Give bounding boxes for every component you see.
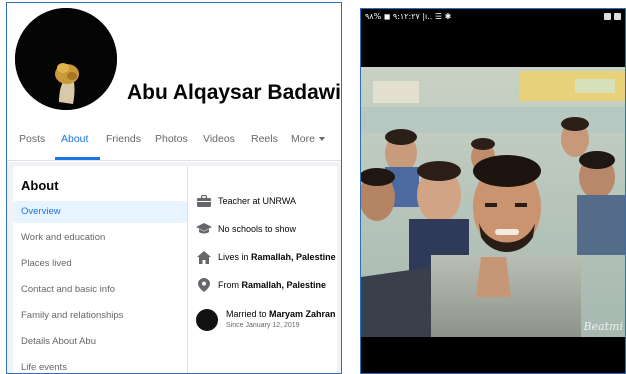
chevron-down-icon bbox=[318, 137, 325, 142]
status-icons bbox=[604, 13, 621, 20]
married-prefix: Married to bbox=[226, 309, 270, 319]
group-selfie-photo[interactable]: Beatmi bbox=[361, 67, 625, 337]
profile-panel: Abu Alqaysar Badawi Posts About Friends … bbox=[6, 2, 342, 374]
nav-life-events[interactable]: Life events bbox=[13, 357, 187, 373]
profile-name: Abu Alqaysar Badawi bbox=[127, 81, 341, 104]
nav-work-education[interactable]: Work and education bbox=[13, 227, 187, 249]
about-nav: About Overview Work and education Places… bbox=[13, 166, 187, 373]
profile-avatar[interactable] bbox=[12, 5, 120, 113]
status-text: ٩:١٢:٢٧ ◼ %٩٨ |ı.. ☰ ✱ bbox=[365, 12, 452, 21]
profile-tabs: Posts About Friends Photos Videos Reels … bbox=[7, 121, 341, 161]
from-prefix: From bbox=[218, 280, 242, 290]
overview-content: Teacher at UNRWA No schools to show Live… bbox=[187, 166, 337, 373]
about-heading: About bbox=[21, 178, 59, 193]
education-text: No schools to show bbox=[218, 224, 297, 234]
location-pin-icon bbox=[196, 278, 212, 292]
status-bar: ٩:١٢:٢٧ ◼ %٩٨ |ı.. ☰ ✱ bbox=[361, 9, 625, 25]
photo-watermark: Beatmi bbox=[583, 320, 623, 333]
nav-places-lived[interactable]: Places lived bbox=[13, 253, 187, 275]
nav-contact-info[interactable]: Contact and basic info bbox=[13, 279, 187, 301]
app-icon bbox=[614, 13, 621, 20]
about-section: About Overview Work and education Places… bbox=[7, 162, 341, 373]
tab-more-label: More bbox=[291, 133, 315, 145]
spouse-avatar[interactable] bbox=[196, 309, 218, 331]
tab-videos[interactable]: Videos bbox=[203, 133, 235, 145]
active-tab-indicator bbox=[55, 157, 100, 160]
tab-photos[interactable]: Photos bbox=[155, 133, 188, 145]
tab-about[interactable]: About bbox=[61, 133, 88, 145]
from-place-link[interactable]: Ramallah, Palestine bbox=[242, 280, 327, 290]
briefcase-icon bbox=[196, 194, 212, 208]
married-since: Since January 12, 2019 bbox=[226, 322, 300, 329]
nav-overview[interactable]: Overview bbox=[13, 201, 187, 223]
nav-details-about[interactable]: Details About Abu bbox=[13, 331, 187, 353]
spouse-name-link[interactable]: Maryam Zahran bbox=[269, 309, 336, 319]
work-text: Teacher at UNRWA bbox=[218, 196, 297, 206]
photo-image-icon bbox=[361, 67, 625, 337]
lives-prefix: Lives in bbox=[218, 252, 252, 262]
lives-text: Lives in Ramallah, Palestine bbox=[218, 252, 336, 262]
married-text: Married to Maryam Zahran bbox=[226, 309, 336, 319]
tab-more[interactable]: More bbox=[291, 133, 325, 145]
lives-place-link[interactable]: Ramallah, Palestine bbox=[251, 252, 336, 262]
graduation-cap-icon bbox=[196, 222, 212, 236]
nav-family-relationships[interactable]: Family and relationships bbox=[13, 305, 187, 327]
tab-posts[interactable]: Posts bbox=[19, 133, 45, 145]
home-icon bbox=[196, 250, 212, 264]
phone-screenshot: ٩:١٢:٢٧ ◼ %٩٨ |ı.. ☰ ✱ Beatmi bbox=[360, 8, 626, 374]
tab-friends[interactable]: Friends bbox=[106, 133, 141, 145]
from-text: From Ramallah, Palestine bbox=[218, 280, 326, 290]
tab-reels[interactable]: Reels bbox=[251, 133, 278, 145]
notification-icon bbox=[604, 13, 611, 20]
